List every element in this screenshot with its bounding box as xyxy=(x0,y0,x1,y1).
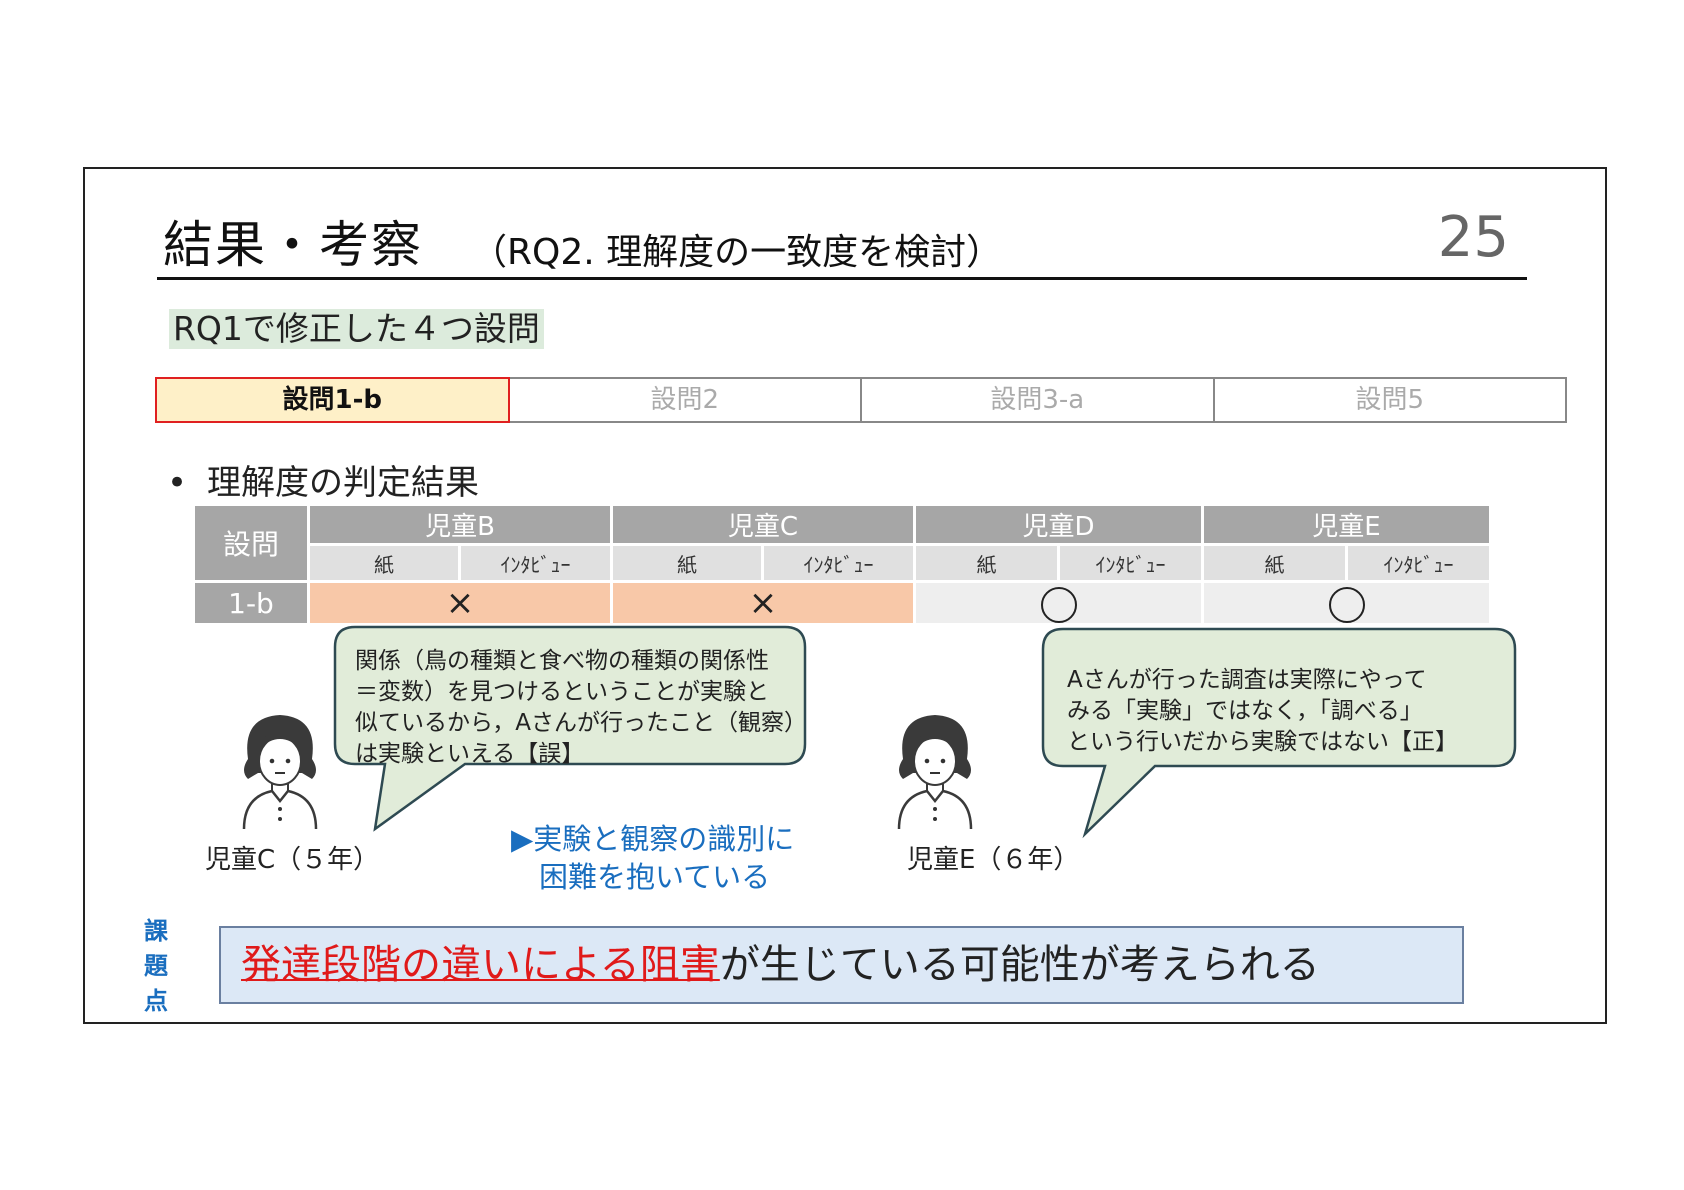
speech-line: ＝変数）を見つけるということが実験と xyxy=(355,679,769,705)
child-e-avatar-icon xyxy=(897,715,973,829)
conclusion-highlight: 発達段階の違いによる阻害 xyxy=(241,942,720,988)
speech-line: という行いだから実験ではない【正】 xyxy=(1067,729,1458,755)
issue-label: 課 題 点 xyxy=(141,914,171,1019)
issue-label-char: 課 xyxy=(144,917,168,945)
speech-line: みる「実験」ではなく，「調べる」 xyxy=(1067,698,1423,724)
child-c-avatar-icon xyxy=(242,715,318,829)
speech-text-left: 関係（鳥の種類と食べ物の種類の関係性 ＝変数）を見つけるということが実験と 似て… xyxy=(355,646,807,770)
issue-label-char: 点 xyxy=(144,987,168,1015)
speech-text-right: Aさんが行った調査は実際にやって みる「実験」ではなく，「調べる」 という行いだ… xyxy=(1067,665,1458,758)
conclusion-text: が生じている可能性が考えられる xyxy=(719,942,1320,988)
conclusion-box: 発達段階の違いによる阻害が生じている可能性が考えられる xyxy=(219,926,1464,1004)
issue-label-char: 題 xyxy=(144,952,168,980)
speech-line: 関係（鳥の種類と食べ物の種類の関係性 xyxy=(355,648,769,674)
speech-line: 似ているから，Aさんが行ったこと（観察） xyxy=(355,710,808,736)
slide-frame: 結果・考察 （RQ2. 理解度の一致度を検討） 25 RQ1で修正した４つ設問 … xyxy=(83,167,1607,1024)
caption-child-e: 児童E（６年） xyxy=(907,845,1080,875)
speech-line: は実験といえる【誤】 xyxy=(355,741,585,767)
speech-line: Aさんが行った調査は実際にやって xyxy=(1067,667,1427,693)
caption-child-c: 児童C（５年） xyxy=(205,845,380,875)
observation-note: ▶実験と観察の識別に 困難を抱いている xyxy=(511,820,794,896)
speech-bubble-shapes xyxy=(333,625,1517,839)
note-line-1: ▶実験と観察の識別に xyxy=(511,822,795,856)
tab-question-1b[interactable]: 設問1-b xyxy=(155,377,510,423)
note-line-2: 困難を抱いている xyxy=(539,860,771,894)
